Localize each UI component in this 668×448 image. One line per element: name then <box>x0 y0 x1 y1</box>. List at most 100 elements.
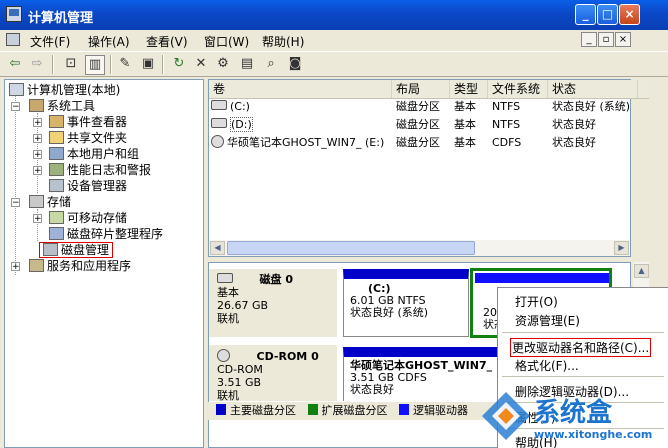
scroll-right-icon[interactable]: ▶ <box>614 241 629 255</box>
expander-system-tools[interactable]: − <box>11 102 20 112</box>
tree-item-system-tools[interactable]: 系统工具 <box>29 98 95 114</box>
scroll-left-icon[interactable]: ◀ <box>210 241 225 255</box>
cdrom-0-label[interactable]: CD-ROM 0 CD-ROM 3.51 GB 联机 <box>209 345 337 402</box>
watermark-url: www.xitonghe.com <box>534 428 653 441</box>
expander-removable[interactable]: + <box>33 214 42 224</box>
tree-item-perf-logs[interactable]: 性能日志和警报 <box>49 162 151 178</box>
volume-list-header: 卷 布局 类型 文件系统 状态 <box>209 80 649 99</box>
maximize-button[interactable]: □ <box>597 4 618 25</box>
settings-icon[interactable]: ⚙ <box>214 55 232 73</box>
tree-item-defrag[interactable]: 磁盘碎片整理程序 <box>49 226 163 242</box>
scroll-up-icon[interactable]: ▲ <box>634 264 649 278</box>
status-cell: 状态良好 <box>552 118 596 131</box>
tree-item-services[interactable]: 服务和应用程序 <box>29 258 131 274</box>
volume-row[interactable]: (D:) 磁盘分区 基本 NTFS 状态良好 <box>209 116 630 134</box>
up-folder-icon[interactable]: ⊡ <box>62 55 80 73</box>
legend-logical: 逻辑驱动器 <box>413 404 468 417</box>
expander-shared-folders[interactable]: + <box>33 134 42 144</box>
partition-c[interactable]: (C:) 6.01 GB NTFS 状态良好 (系统) <box>343 269 469 337</box>
volume-cell: (C:) <box>209 98 250 116</box>
toolbar: ⇦ ⇨ ⊡ ▥ ✎ ▣ ↻ ✕ ⚙ ▤ ⌕ ◙ <box>0 51 668 77</box>
disk-management-icon <box>43 243 58 256</box>
column-header-layout[interactable]: 布局 <box>392 80 450 98</box>
shared-folder-icon <box>49 131 64 144</box>
volume-row[interactable]: (C:) 磁盘分区 基本 NTFS 状态良好 (系统) <box>209 98 630 116</box>
system-menu-icon[interactable] <box>6 33 20 46</box>
expander-perf-logs[interactable]: + <box>33 166 42 176</box>
forward-arrow-icon[interactable]: ⇨ <box>28 55 46 73</box>
properties-icon[interactable]: ✎ <box>116 55 134 73</box>
volume-row[interactable]: 华硕笔记本GHOST_WIN7_ (E:) 磁盘分区 基本 CDFS 状态良好 <box>209 134 630 152</box>
drive-icon <box>211 118 227 128</box>
show-tree-icon[interactable]: ▥ <box>85 55 105 75</box>
column-header-status[interactable]: 状态 <box>548 80 638 98</box>
column-header-type[interactable]: 类型 <box>450 80 488 98</box>
menu-window[interactable]: 窗口(W) <box>204 33 249 50</box>
users-icon <box>49 147 64 160</box>
menu-action[interactable]: 操作(A) <box>88 33 130 50</box>
volume-cell: 华硕笔记本GHOST_WIN7_ (E:) <box>209 134 384 152</box>
disk-icon[interactable]: ◙ <box>286 55 304 73</box>
performance-icon <box>49 163 64 176</box>
layout-cell: 磁盘分区 <box>396 100 440 113</box>
back-arrow-icon[interactable]: ⇦ <box>6 55 24 73</box>
expander-storage[interactable]: − <box>11 198 20 208</box>
tree-item-removable-storage[interactable]: 可移动存储 <box>49 210 127 226</box>
delete-icon[interactable]: ✕ <box>192 55 210 73</box>
minimize-button[interactable]: _ <box>575 4 596 25</box>
logical-legend-swatch <box>399 404 409 415</box>
menu-item-explore[interactable]: 资源管理(E) <box>515 312 580 329</box>
services-icon <box>29 259 44 272</box>
type-cell: 基本 <box>454 118 476 131</box>
legend-extended: 扩展磁盘分区 <box>321 404 388 417</box>
extended-legend-swatch <box>307 404 318 415</box>
tree-item-local-users[interactable]: 本地用户和组 <box>49 146 139 162</box>
menu-item-format[interactable]: 格式化(F)... <box>515 357 579 374</box>
layout-cell: 磁盘分区 <box>396 118 440 131</box>
disk-0-label[interactable]: 磁盘 0 基本 26.67 GB 联机 <box>209 269 337 337</box>
filesystem-cell: NTFS <box>492 118 521 131</box>
tree-item-event-viewer[interactable]: 事件查看器 <box>49 114 127 130</box>
volume-list-hscrollbar[interactable]: ◀ ▶ <box>209 240 630 256</box>
tree-item-device-manager[interactable]: 设备管理器 <box>49 178 127 194</box>
column-header-volume[interactable]: 卷 <box>209 80 392 98</box>
console-tree: 计算机管理(本地) − 系统工具 + 事件查看器 + 共享文件夹 + 本地用户和… <box>4 79 204 448</box>
expander-local-users[interactable]: + <box>33 150 42 160</box>
tree-item-disk-management[interactable]: 磁盘管理 <box>39 242 114 258</box>
removable-storage-icon <box>49 211 64 224</box>
computer-icon <box>9 83 24 96</box>
drive-icon <box>211 100 227 110</box>
export-list-icon[interactable]: ▣ <box>139 55 157 73</box>
menu-help[interactable]: 帮助(H) <box>262 33 304 50</box>
menu-file[interactable]: 文件(F) <box>30 33 70 50</box>
column-header-filesystem[interactable]: 文件系统 <box>488 80 548 98</box>
window-title: 计算机管理 <box>28 11 94 26</box>
scroll-thumb[interactable] <box>227 241 475 255</box>
legend-primary: 主要磁盘分区 <box>230 404 296 417</box>
tree-item-shared-folders[interactable]: 共享文件夹 <box>49 130 127 146</box>
type-cell: 基本 <box>454 100 476 113</box>
watermark: 系统盒 www.xitonghe.com <box>478 388 668 448</box>
menu-item-change-drive-letter[interactable]: 更改驱动器名和路径(C)... <box>510 338 652 357</box>
search-icon[interactable]: ⌕ <box>262 55 280 73</box>
refresh-icon[interactable]: ↻ <box>170 55 188 73</box>
expander-event-viewer[interactable]: + <box>33 118 42 128</box>
mdi-minimize-button[interactable]: _ <box>581 32 597 47</box>
tree-item-storage[interactable]: 存储 <box>29 194 71 210</box>
expander-services[interactable]: + <box>11 262 20 272</box>
close-button[interactable]: × <box>619 4 640 25</box>
filesystem-cell: CDFS <box>492 136 522 149</box>
cdrom-icon <box>217 349 230 362</box>
computer-management-icon <box>6 6 22 22</box>
primary-legend-swatch <box>216 404 226 415</box>
title-bar[interactable]: 计算机管理 _ □ × <box>0 0 668 30</box>
watermark-brand: 系统盒 <box>534 398 613 428</box>
tree-item-root[interactable]: 计算机管理(本地) <box>9 82 120 98</box>
status-cell: 状态良好 <box>552 136 596 149</box>
help-book-icon[interactable]: ▤ <box>238 55 256 73</box>
menu-item-open[interactable]: 打开(O) <box>515 293 558 310</box>
mdi-close-button[interactable]: × <box>615 32 631 47</box>
menu-view[interactable]: 查看(V) <box>146 33 188 50</box>
computer-management-window: 计算机管理 _ □ × 文件(F) 操作(A) 查看(V) 窗口(W) 帮助(H… <box>0 0 668 448</box>
mdi-restore-button[interactable]: ▫ <box>598 32 614 47</box>
